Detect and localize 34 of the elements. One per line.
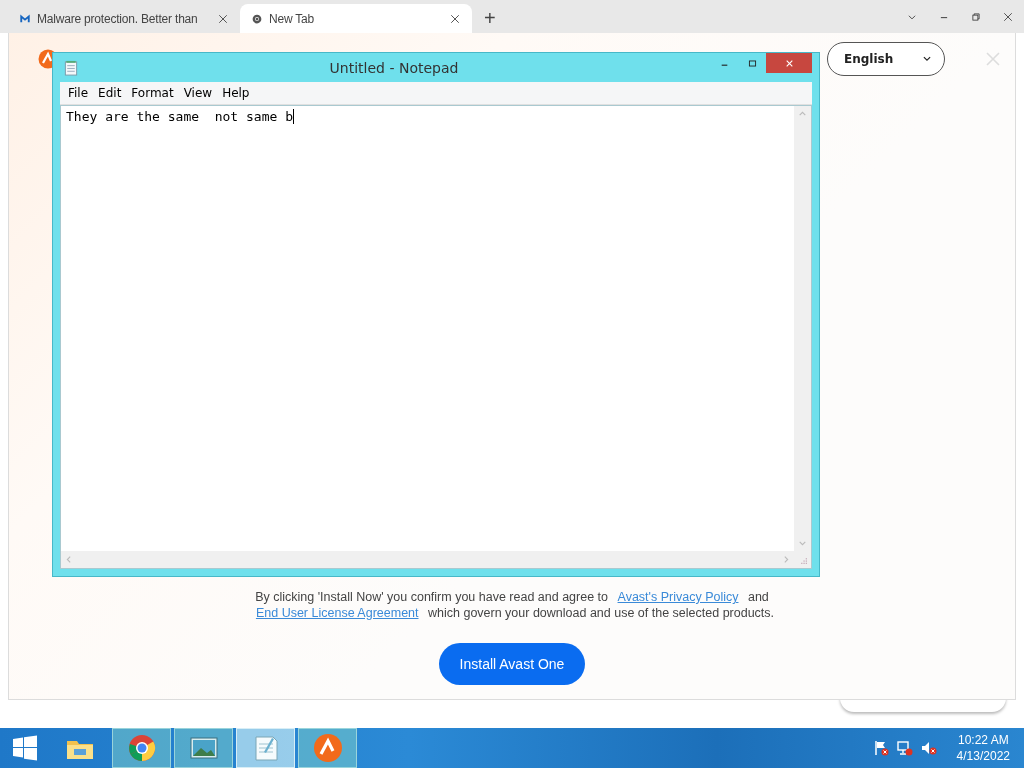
- browser-tab[interactable]: Malware protection. Better than: [8, 4, 240, 33]
- close-icon[interactable]: [218, 13, 228, 24]
- chevron-down-icon: [922, 54, 932, 64]
- menu-item[interactable]: Edit: [93, 86, 127, 100]
- menu-item[interactable]: File: [63, 86, 94, 100]
- taskbar-button[interactable]: [298, 728, 357, 768]
- network-icon[interactable]: [896, 740, 913, 756]
- language-dropdown[interactable]: English: [827, 42, 945, 76]
- menu-item[interactable]: Help: [217, 86, 255, 100]
- policy-link[interactable]: Avast's Privacy Policy: [617, 590, 739, 604]
- clock-date[interactable]: 4/13/2022: [956, 748, 1010, 764]
- new-tab-button[interactable]: +: [484, 7, 496, 29]
- avast-icon: [311, 732, 344, 764]
- resize-grip-icon[interactable]: [799, 556, 808, 565]
- consent-text: By clicking 'Install Now' you confirm you have read and agree to Avast's Privacy Policy and End User License Agreement which govern your download and use of the selected products.: [254, 589, 776, 621]
- taskbar-button[interactable]: [112, 728, 171, 768]
- text-cursor: [293, 109, 294, 124]
- menu-item[interactable]: Format: [126, 86, 179, 100]
- window-title: Untitled - Notepad: [328, 59, 460, 76]
- flag-error-icon[interactable]: [872, 740, 889, 756]
- browser-tab[interactable]: New Tab: [240, 4, 472, 33]
- clock-time[interactable]: 10:22 AM: [957, 732, 1009, 748]
- notepad-icon: [64, 59, 78, 76]
- close-icon: [784, 58, 794, 68]
- policy-link[interactable]: End User License Agreement: [255, 606, 419, 620]
- speaker-muted-icon[interactable]: [920, 740, 937, 756]
- restore-icon[interactable]: [971, 11, 981, 22]
- close-icon[interactable]: [450, 13, 460, 24]
- taskbar-button[interactable]: [174, 728, 233, 768]
- maximize-icon[interactable]: [747, 58, 757, 68]
- favicon-icon: [20, 13, 30, 24]
- menu-item[interactable]: View: [178, 86, 218, 100]
- close-icon[interactable]: [1003, 11, 1013, 22]
- install-button[interactable]: Install Avast One: [438, 643, 586, 685]
